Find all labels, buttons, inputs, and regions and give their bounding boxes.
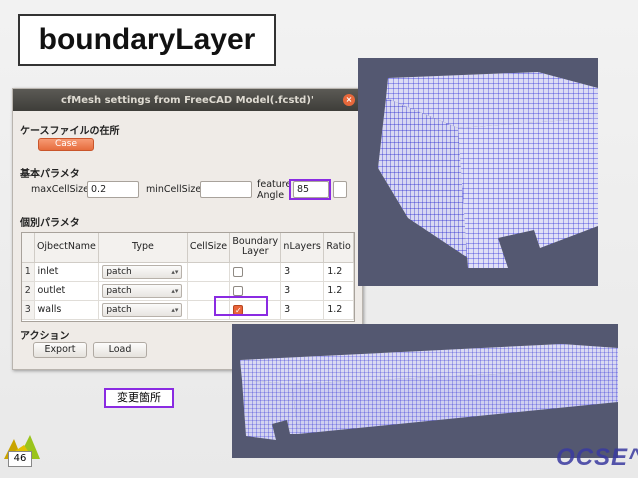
row-number: 1 — [22, 262, 35, 282]
object-name-cell[interactable]: outlet — [34, 281, 100, 301]
feature-angle-label-line1: feature — [257, 179, 292, 190]
nlayers-cell[interactable]: 3 — [280, 262, 325, 282]
type-cell[interactable]: patch ▴▾ — [98, 300, 188, 320]
mesh-render-channel-drawing — [240, 344, 618, 440]
column-header-cellsize[interactable]: CellSize — [187, 233, 231, 263]
mesh-render-long-channel — [232, 324, 618, 458]
ratio-cell[interactable]: 1.2 — [323, 300, 354, 320]
table-row[interactable]: 3 walls patch ▴▾ ✓ 3 1.2 — [22, 300, 354, 320]
type-value: patch — [106, 304, 132, 315]
case-section-heading: ケースファイルの在所 — [20, 126, 120, 137]
type-combo[interactable]: patch ▴▾ — [102, 264, 183, 279]
combo-arrow-icon: ▴▾ — [171, 286, 179, 295]
column-header-ratio[interactable]: Ratio — [323, 233, 354, 263]
action-section-heading: アクション — [20, 331, 70, 342]
ratio-cell[interactable]: 1.2 — [323, 281, 354, 301]
min-cell-size-field[interactable] — [200, 181, 252, 198]
feature-angle-label-line2: Angle — [257, 190, 285, 201]
max-cell-size-label: maxCellSize — [31, 184, 89, 195]
object-name-cell[interactable]: walls — [34, 300, 100, 320]
type-cell[interactable]: patch ▴▾ — [98, 262, 188, 282]
row-number: 2 — [22, 281, 35, 301]
type-value: patch — [106, 266, 132, 277]
dialog-title: cfMesh settings from FreeCAD Model(.fcst… — [61, 94, 314, 106]
type-combo[interactable]: patch ▴▾ — [102, 302, 183, 317]
mesh-render-3d-view — [358, 58, 598, 286]
ratio-cell[interactable]: 1.2 — [323, 262, 354, 282]
column-header-nlayers[interactable]: nLayers — [280, 233, 325, 263]
feature-angle-extra-field[interactable] — [333, 181, 347, 198]
max-cell-size-field[interactable]: 0.2 — [87, 181, 139, 198]
case-button[interactable]: Case — [38, 138, 94, 151]
individual-section-heading: 個別パラメタ — [20, 218, 80, 229]
column-header-boundary-layer[interactable]: Boundary Layer — [229, 233, 282, 263]
row-number: 3 — [22, 300, 35, 320]
corner-header — [22, 233, 35, 263]
type-cell[interactable]: patch ▴▾ — [98, 281, 188, 301]
feature-angle-highlight — [289, 179, 331, 200]
object-name-cell[interactable]: inlet — [34, 262, 100, 282]
column-header-type[interactable]: Type — [98, 233, 188, 263]
basic-section-heading: 基本パラメタ — [20, 169, 80, 180]
column-header-objectname[interactable]: OjbectName — [34, 233, 100, 263]
page-number: 46 — [8, 451, 32, 467]
combo-arrow-icon: ▴▾ — [171, 267, 179, 276]
dialog-titlebar[interactable]: cfMesh settings from FreeCAD Model(.fcst… — [13, 89, 362, 111]
boundary-layer-highlight — [214, 296, 268, 316]
close-icon[interactable]: × — [343, 94, 355, 106]
change-location-note: 変更箇所 — [104, 388, 174, 408]
boundary-layer-cell[interactable] — [229, 262, 282, 282]
nlayers-cell[interactable]: 3 — [280, 281, 325, 301]
mesh-render-drawing — [378, 72, 598, 268]
parameter-table: OjbectName Type CellSize Boundary Layer … — [21, 232, 355, 322]
boundary-layer-checkbox[interactable] — [233, 266, 244, 277]
slide-title: boundaryLayer — [18, 14, 276, 66]
nlayers-cell[interactable]: 3 — [280, 300, 325, 320]
load-button[interactable]: Load — [93, 342, 147, 358]
table-row[interactable]: 1 inlet patch ▴▾ 3 1.2 — [22, 262, 354, 282]
type-value: patch — [106, 285, 132, 296]
table-row[interactable]: 2 outlet patch ▴▾ 3 1.2 — [22, 281, 354, 301]
combo-arrow-icon: ▴▾ — [171, 305, 179, 314]
boundary-layer-checkbox[interactable] — [233, 285, 244, 296]
export-button[interactable]: Export — [33, 342, 87, 358]
feature-angle-label: feature Angle — [257, 179, 291, 201]
cellsize-cell[interactable] — [187, 262, 231, 282]
brand-logo-text: OCSE^2 — [556, 444, 638, 471]
min-cell-size-label: minCellSize — [146, 184, 202, 195]
type-combo[interactable]: patch ▴▾ — [102, 283, 183, 298]
